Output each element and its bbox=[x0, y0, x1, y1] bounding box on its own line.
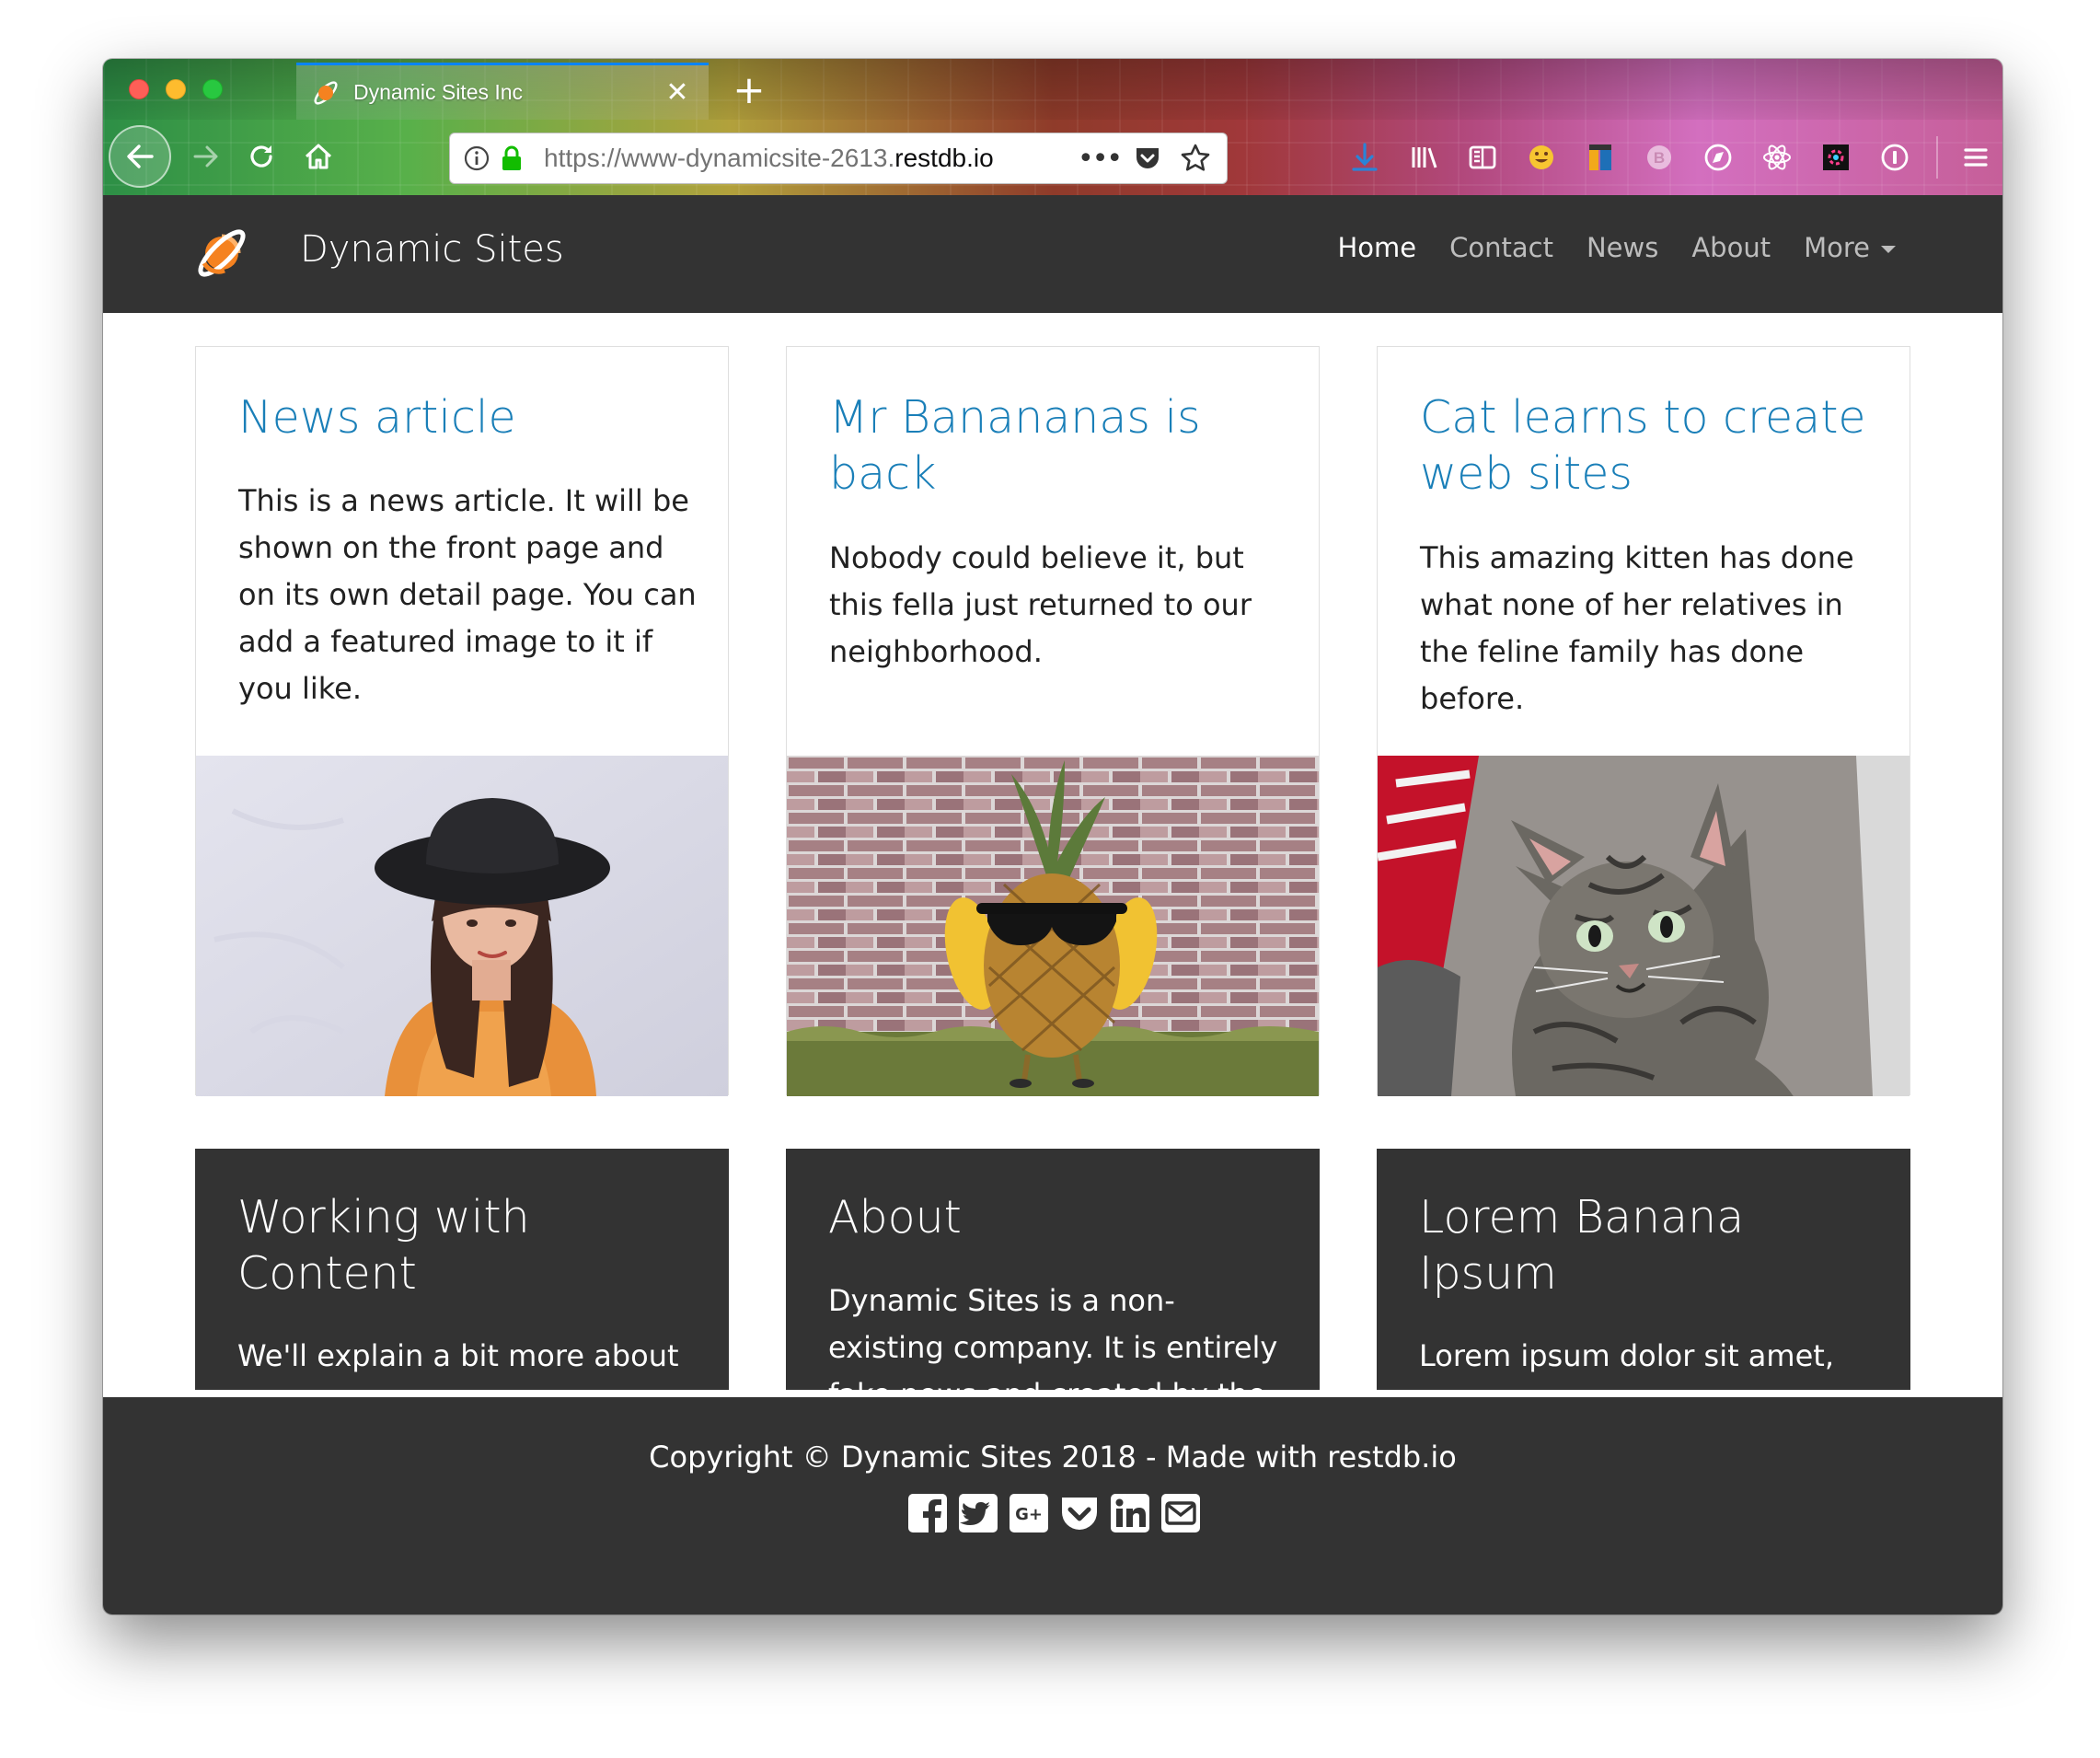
card-title[interactable]: News article bbox=[238, 389, 698, 445]
svg-text:B: B bbox=[1654, 149, 1665, 167]
card-title[interactable]: Cat learns to create web sites bbox=[1420, 389, 1880, 502]
arrow-right-icon bbox=[193, 145, 218, 168]
planet-favicon-icon bbox=[314, 80, 338, 105]
url-prefix: https://www-dynamicsite-2613. bbox=[544, 144, 895, 172]
nav-home[interactable]: Home bbox=[1338, 232, 1417, 263]
google-plus-icon[interactable]: G+ bbox=[1007, 1491, 1051, 1535]
download-icon[interactable] bbox=[1344, 136, 1386, 179]
nav-more-label: More bbox=[1804, 232, 1870, 263]
browser-chrome: Dynamic Sites Inc ✕ + https://www-dynami… bbox=[103, 59, 2002, 195]
info-card: About Dynamic Sites is a non-existing co… bbox=[786, 1149, 1320, 1390]
forward-button[interactable] bbox=[184, 133, 228, 180]
nav-news[interactable]: News bbox=[1587, 232, 1658, 263]
minimize-window-button[interactable] bbox=[166, 79, 186, 99]
arrow-left-icon bbox=[127, 145, 154, 168]
info-card-text: Dynamic Sites is a non-existing company.… bbox=[828, 1283, 1278, 1390]
home-button[interactable] bbox=[296, 133, 340, 180]
caret-down-icon bbox=[1881, 246, 1896, 253]
main-menu: Home Contact News About More bbox=[1305, 232, 1896, 263]
maximize-window-button[interactable] bbox=[202, 79, 223, 99]
browser-window: Dynamic Sites Inc ✕ + https://www-dynami… bbox=[103, 59, 2002, 1614]
info-card-text: Lorem ipsum dolor sit amet, consectetur … bbox=[1419, 1338, 1878, 1390]
news-card: Mr Banananas is back Nobody could believ… bbox=[786, 346, 1320, 1096]
google-plus-label: G+ bbox=[1015, 1505, 1043, 1524]
card-text: Nobody could believe it, but this fella … bbox=[829, 540, 1252, 669]
url-text[interactable]: https://www-dynamicsite-2613.restdb.io bbox=[544, 144, 1078, 173]
pocket-save-icon[interactable] bbox=[1129, 140, 1166, 177]
email-icon[interactable] bbox=[1159, 1491, 1203, 1535]
compass-extension-icon[interactable] bbox=[1697, 136, 1739, 179]
info-card-title[interactable]: Lorem Banana Ipsum bbox=[1419, 1189, 1879, 1301]
info-card: Lorem Banana Ipsum Lorem ipsum dolor sit… bbox=[1377, 1149, 1910, 1390]
library-icon[interactable] bbox=[1402, 136, 1445, 179]
browser-tab[interactable]: Dynamic Sites Inc ✕ bbox=[296, 63, 709, 120]
close-window-button[interactable] bbox=[129, 79, 149, 99]
info-card-title[interactable]: Working with Content bbox=[237, 1189, 698, 1301]
nav-about[interactable]: About bbox=[1691, 232, 1771, 263]
emoji-icon[interactable] bbox=[1520, 136, 1563, 179]
twitter-icon[interactable] bbox=[956, 1491, 1000, 1535]
address-bar[interactable]: https://www-dynamicsite-2613.restdb.io •… bbox=[449, 133, 1228, 184]
home-icon bbox=[305, 144, 332, 169]
b-extension-icon[interactable]: B bbox=[1638, 136, 1680, 179]
pocket-icon[interactable] bbox=[1057, 1491, 1102, 1535]
url-domain: restdb.io bbox=[894, 144, 994, 172]
planet-logo-icon[interactable] bbox=[191, 223, 252, 283]
sidebar-icon[interactable] bbox=[1461, 136, 1504, 179]
new-tab-button[interactable]: + bbox=[725, 66, 773, 114]
color-extension-icon[interactable] bbox=[1815, 136, 1857, 179]
card-text: This is a news article. It will be shown… bbox=[238, 483, 697, 706]
site-navbar: Dynamic Sites Home Contact News About Mo… bbox=[103, 195, 2002, 313]
notes-icon[interactable] bbox=[1579, 136, 1621, 179]
info-card: Working with Content We'll explain a bit… bbox=[195, 1149, 729, 1390]
reload-icon bbox=[250, 145, 272, 168]
react-icon[interactable] bbox=[1756, 136, 1798, 179]
back-button[interactable] bbox=[109, 125, 171, 188]
social-links: G+ bbox=[906, 1491, 1209, 1535]
tab-close-icon[interactable]: ✕ bbox=[661, 78, 694, 107]
browser-toolbar: B bbox=[1344, 136, 2002, 179]
copyright-text: Copyright © Dynamic Sites 2018 - Made wi… bbox=[649, 1440, 1457, 1475]
page-actions-icon[interactable]: ••• bbox=[1078, 143, 1123, 175]
info-card-text: We'll explain a bit more about how to ad… bbox=[237, 1338, 679, 1390]
hamburger-menu-icon[interactable] bbox=[1955, 136, 1997, 179]
info-icon[interactable] bbox=[463, 145, 490, 172]
nav-contact[interactable]: Contact bbox=[1449, 232, 1553, 263]
bookmark-star-icon[interactable] bbox=[1177, 140, 1214, 177]
card-title[interactable]: Mr Banananas is back bbox=[829, 389, 1289, 502]
info-card-title[interactable]: About bbox=[828, 1189, 1288, 1245]
brand-name[interactable]: Dynamic Sites bbox=[300, 228, 564, 271]
news-card: News article This is a news article. It … bbox=[195, 346, 729, 1096]
woman-in-black-hat-photo[interactable] bbox=[196, 756, 728, 1096]
card-text: This amazing kitten has done what none o… bbox=[1420, 540, 1854, 716]
tabby-cat-photo[interactable] bbox=[1378, 756, 1910, 1096]
site-footer: Copyright © Dynamic Sites 2018 - Made wi… bbox=[103, 1397, 2002, 1614]
lock-icon[interactable] bbox=[500, 145, 524, 172]
password-icon[interactable] bbox=[1874, 136, 1916, 179]
pineapple-with-sunglasses-photo[interactable] bbox=[787, 756, 1319, 1096]
reload-button[interactable] bbox=[239, 133, 283, 180]
linkedin-icon[interactable] bbox=[1108, 1491, 1152, 1535]
toolbar-separator bbox=[1936, 136, 1938, 179]
news-card: Cat learns to create web sites This amaz… bbox=[1377, 346, 1910, 1096]
facebook-icon[interactable] bbox=[906, 1491, 950, 1535]
nav-more-dropdown[interactable]: More bbox=[1804, 232, 1896, 263]
tab-title: Dynamic Sites Inc bbox=[353, 80, 524, 104]
